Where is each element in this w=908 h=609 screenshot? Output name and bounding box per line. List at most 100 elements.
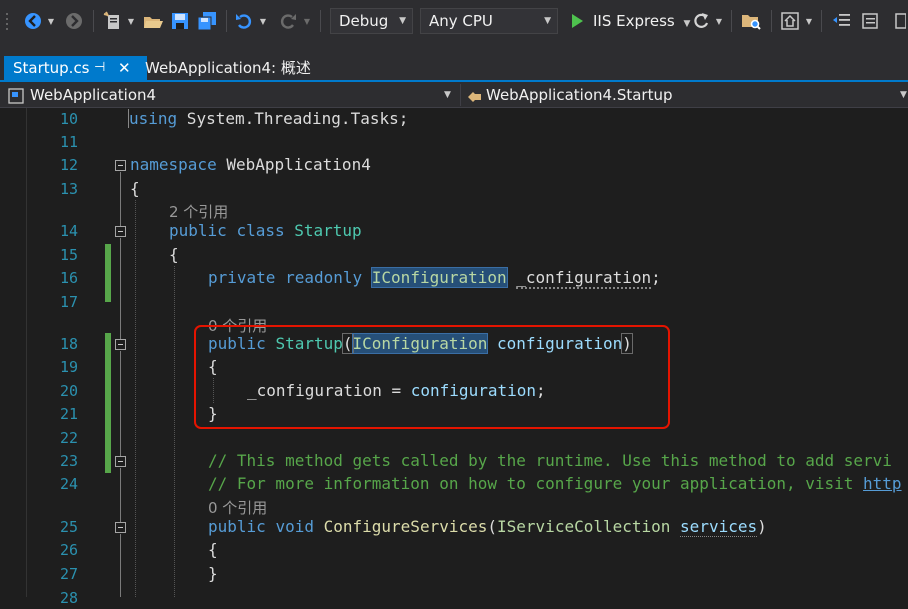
paren: ) (757, 517, 767, 536)
annotation-highlight-box (194, 325, 670, 429)
run-target-button[interactable]: IIS Express ▼ (593, 8, 690, 34)
class-icon (468, 92, 481, 102)
code-line-26: { (208, 539, 218, 561)
line-number: 21 (59, 405, 78, 423)
forward-icon[interactable] (62, 7, 86, 35)
run-icon[interactable] (566, 7, 588, 35)
fold-line (120, 172, 121, 226)
new-project-icon[interactable] (100, 7, 126, 35)
type-dropdown[interactable]: WebApplication4.Startup ▼ (466, 84, 908, 106)
new-dropdown-icon[interactable]: ▼ (126, 7, 136, 35)
line-number: 12 (59, 156, 78, 174)
line-number: 16 (59, 269, 78, 287)
comment-icon[interactable] (858, 7, 882, 35)
csharp-project-icon (8, 88, 24, 104)
line-number: 23 (59, 452, 78, 470)
open-folder-icon[interactable] (140, 7, 166, 35)
keyword: public (208, 517, 266, 536)
fold-toggle[interactable] (115, 339, 126, 350)
toolbar-separator (226, 10, 227, 32)
platform-select[interactable]: Any CPU ▼ (420, 8, 558, 34)
redo-icon[interactable] (276, 7, 300, 35)
main-toolbar: ▼ ▼ ▼ ▼ Debug ▼ Any CPU ▼ IIS Express ▼ … (0, 0, 908, 44)
outdent-icon[interactable] (830, 7, 854, 35)
line-number: 14 (59, 222, 78, 240)
code-line-27: } (208, 563, 218, 585)
chevron-down-icon: ▼ (544, 16, 551, 26)
chevron-down-icon: ▼ (399, 16, 406, 26)
find-in-files-icon[interactable] (738, 7, 764, 35)
namespace-name: WebApplication4 (216, 155, 371, 174)
undo-dropdown-icon[interactable]: ▼ (258, 7, 268, 35)
overflow-icon[interactable] (890, 7, 908, 35)
keyword: void (275, 517, 314, 536)
line-number: 26 (59, 541, 78, 559)
brace: { (208, 540, 218, 559)
line-number: 13 (59, 180, 78, 198)
class-name: Startup (294, 221, 362, 240)
line-number: 15 (59, 246, 78, 264)
line-number: 11 (59, 133, 78, 151)
line-number: 19 (59, 358, 78, 376)
namespace-text: System.Threading.Tasks; (177, 109, 409, 128)
toolbar-separator (771, 10, 772, 32)
solution-config-value: Debug (339, 12, 389, 30)
indent-guide (135, 200, 136, 597)
home-icon[interactable] (778, 7, 802, 35)
save-icon[interactable] (168, 7, 192, 35)
code-line-14: public class Startup (169, 220, 362, 242)
back-icon[interactable] (20, 7, 46, 35)
save-all-icon[interactable] (194, 7, 220, 35)
brace: { (130, 179, 140, 198)
code-line-23: // This method gets called by the runtim… (208, 451, 892, 470)
chevron-down-icon: ▼ (444, 90, 451, 100)
tab-overview[interactable]: WebApplication4: 概述 (145, 56, 311, 80)
keyword: namespace (130, 155, 217, 174)
codelens-references[interactable]: 2 个引用 (169, 202, 228, 222)
refresh-dropdown-icon[interactable]: ▼ (714, 7, 724, 35)
close-icon[interactable]: ✕ (118, 56, 131, 80)
fold-toggle[interactable] (115, 522, 126, 533)
indent-guide (174, 266, 175, 597)
code-line-16: private readonly IConfiguration _configu… (208, 267, 661, 289)
fold-toggle[interactable] (115, 160, 126, 171)
run-target-label: IIS Express (593, 12, 675, 30)
tab-startup-cs[interactable]: Startup.cs ⊣ ✕ (4, 56, 147, 80)
line-number: 25 (59, 518, 78, 536)
brace: } (208, 564, 218, 583)
codelens-references[interactable]: 0 个引用 (208, 498, 267, 518)
fold-toggle[interactable] (115, 456, 126, 467)
undo-icon[interactable] (232, 7, 256, 35)
code-editor[interactable]: 10 11 12 13 14 15 16 17 18 19 20 21 22 2… (0, 108, 908, 607)
solution-config-select[interactable]: Debug ▼ (330, 8, 413, 34)
line-number: 27 (59, 565, 78, 583)
navigation-bar: WebApplication4 ▼ WebApplication4.Startu… (0, 82, 908, 108)
fold-line (120, 534, 121, 597)
fold-line (120, 238, 121, 339)
project-dropdown[interactable]: WebApplication4 ▼ (8, 84, 456, 106)
line-number: 24 (59, 475, 78, 493)
indicator-margin (0, 108, 27, 597)
keyword: readonly (285, 268, 363, 287)
pin-icon[interactable]: ⊣ (94, 56, 105, 80)
code-line-13: { (130, 178, 140, 200)
back-dropdown-icon[interactable]: ▼ (46, 7, 56, 35)
project-name: WebApplication4 (30, 86, 157, 104)
keyword: private (208, 268, 276, 287)
tab-label: Startup.cs (13, 59, 90, 77)
keyword: using (129, 109, 178, 128)
punct: ; (651, 268, 661, 287)
field-name: _configuration (516, 268, 652, 289)
comment-link[interactable]: http (863, 474, 902, 493)
fold-toggle[interactable] (115, 226, 126, 237)
comment: // For more information on how to config… (208, 474, 864, 493)
keyword: public (169, 221, 227, 240)
platform-value: Any CPU (429, 12, 493, 30)
toolbar-separator (320, 10, 321, 32)
code-line-10: using System.Threading.Tasks; (128, 108, 409, 130)
toolbar-separator (821, 10, 822, 32)
home-dropdown-icon[interactable]: ▼ (804, 7, 814, 35)
refresh-icon[interactable] (690, 7, 712, 35)
redo-dropdown-icon[interactable]: ▼ (302, 7, 312, 35)
toolbar-separator (93, 10, 94, 32)
